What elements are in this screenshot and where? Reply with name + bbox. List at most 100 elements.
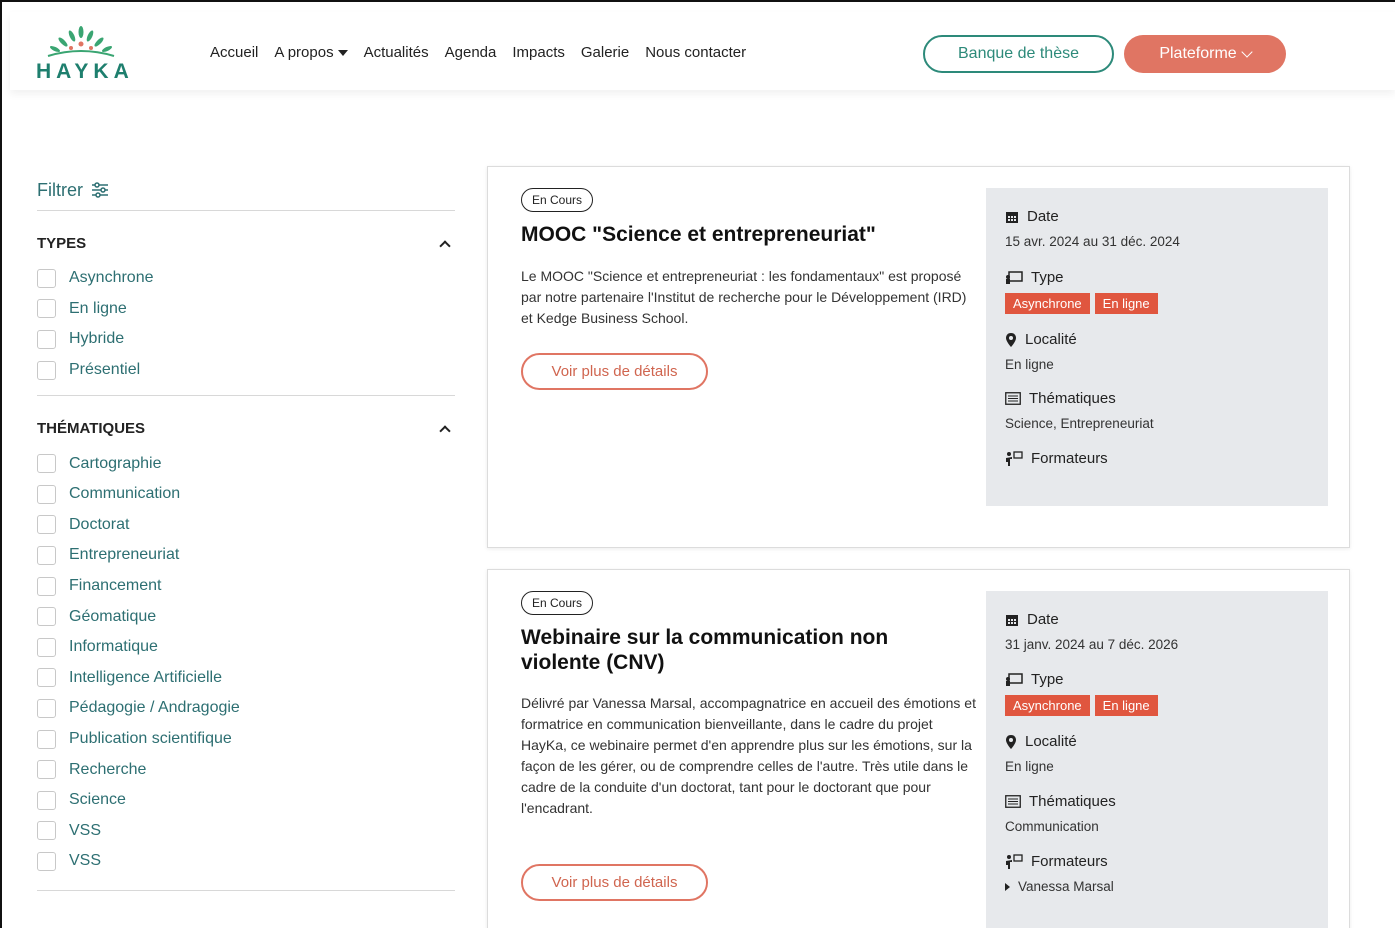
thematiques-heading: THÉMATIQUES (37, 419, 146, 437)
plateforme-button[interactable]: Plateforme (1124, 35, 1286, 73)
checkbox[interactable] (37, 484, 56, 504)
filter-header[interactable]: Filtrer (37, 170, 455, 210)
site-header: HAYKA Accueil A propos Actualités Agenda… (10, 12, 1395, 90)
formateurs-label-row: Formateurs (1005, 853, 1108, 870)
checkbox[interactable] (37, 851, 56, 871)
filter-option-intelligence-artificielle[interactable]: Intelligence Artificielle (37, 663, 455, 694)
filter-option-en-ligne[interactable]: En ligne (37, 294, 455, 325)
option-label: Publication scientifique (69, 730, 232, 748)
filter-option-asynchrone[interactable]: Asynchrone (37, 263, 455, 294)
filter-option-doctorat[interactable]: Doctorat (37, 510, 455, 541)
voir-plus-details-button[interactable]: Voir plus de détails (521, 864, 708, 901)
filter-option-geomatique[interactable]: Géomatique (37, 601, 455, 632)
option-label: VSS (69, 821, 102, 839)
formateurs-label: Formateurs (1031, 450, 1108, 467)
checkbox[interactable] (37, 607, 56, 627)
status-badge: En Cours (521, 591, 594, 615)
option-label: Communication (69, 485, 181, 503)
nav-agenda[interactable]: Agenda (445, 44, 497, 61)
option-label: Hybride (69, 330, 125, 348)
filter-sidebar: Filtrer TYPES Asynchrone En ligne Hybrid… (37, 170, 455, 891)
voir-plus-details-button[interactable]: Voir plus de détails (521, 353, 708, 390)
formation-card: En Cours Webinaire sur la communication … (487, 569, 1350, 928)
leaf-logo-icon (47, 26, 115, 57)
filter-option-presentiel[interactable]: Présentiel (37, 355, 455, 386)
filter-option-entrepreneuriat[interactable]: Entrepreneuriat (37, 540, 455, 571)
option-label: Recherche (69, 760, 147, 778)
checkbox[interactable] (37, 268, 56, 288)
filter-option-recherche[interactable]: Recherche (37, 754, 455, 785)
tag-asynchrone: Asynchrone (1005, 293, 1090, 314)
teacher-icon (1006, 854, 1023, 869)
checkbox[interactable] (37, 821, 56, 841)
option-label: Pédagogie / Andragogie (69, 699, 240, 717)
filter-option-science[interactable]: Science (37, 785, 455, 816)
nav-a-propos[interactable]: A propos (274, 44, 348, 61)
filter-option-vss-2[interactable]: VSS (37, 846, 455, 877)
localite-label-row: Localité (1005, 733, 1077, 750)
option-label: VSS (69, 852, 102, 870)
type-tags: Asynchrone En ligne (1005, 695, 1158, 716)
card-description: Le MOOC "Science et entrepreneuriat : le… (521, 268, 967, 326)
type-tags: Asynchrone En ligne (1005, 293, 1158, 314)
thematiques-label: Thématiques (1029, 793, 1116, 810)
plateforme-label: Plateforme (1159, 45, 1237, 62)
filter-option-vss[interactable]: VSS (37, 816, 455, 847)
nav-impacts[interactable]: Impacts (512, 44, 565, 61)
filter-option-informatique[interactable]: Informatique (37, 632, 455, 663)
option-label: Géomatique (69, 607, 157, 625)
thematiques-label: Thématiques (1029, 390, 1116, 407)
checkbox[interactable] (37, 576, 56, 596)
filter-option-publication-scientifique[interactable]: Publication scientifique (37, 724, 455, 755)
nav-a-propos-label: A propos (274, 44, 334, 61)
checkbox[interactable] (37, 545, 56, 565)
thematiques-label-row: Thématiques (1005, 390, 1116, 407)
checkbox[interactable] (37, 760, 56, 780)
nav-nous-contacter[interactable]: Nous contacter (645, 44, 746, 61)
option-label: Cartographie (69, 454, 162, 472)
type-label-row: Type (1005, 269, 1064, 286)
type-label-row: Type (1005, 671, 1064, 688)
checkbox[interactable] (37, 698, 56, 718)
card-description: Délivré par Vanessa Marsal, accompagnatr… (521, 695, 976, 816)
chalkboard-icon (1006, 672, 1023, 686)
option-label: En ligne (69, 299, 127, 317)
checkbox[interactable] (37, 360, 56, 380)
tag-asynchrone: Asynchrone (1005, 695, 1090, 716)
thematiques-label-row: Thématiques (1005, 793, 1116, 810)
tag-en-ligne: En ligne (1094, 695, 1158, 716)
filter-option-hybride[interactable]: Hybride (37, 324, 455, 355)
filter-option-cartographie[interactable]: Cartographie (37, 448, 455, 479)
checkbox[interactable] (37, 454, 56, 474)
nav-actualites[interactable]: Actualités (364, 44, 429, 61)
checkbox[interactable] (37, 299, 56, 319)
checkbox[interactable] (37, 790, 56, 810)
nav-accueil[interactable]: Accueil (210, 44, 258, 61)
main-nav: Accueil A propos Actualités Agenda Impac… (210, 44, 746, 61)
checkbox[interactable] (37, 668, 56, 688)
checkbox[interactable] (37, 329, 56, 349)
filter-option-communication[interactable]: Communication (37, 479, 455, 510)
localite-label-row: Localité (1005, 331, 1077, 348)
nav-galerie[interactable]: Galerie (581, 44, 629, 61)
chevron-down-icon (1241, 46, 1253, 58)
localite-value: En ligne (1005, 759, 1054, 774)
checkbox[interactable] (37, 729, 56, 749)
card-title[interactable]: Webinaire sur la communication non viole… (521, 625, 951, 675)
formateurs-label: Formateurs (1031, 853, 1108, 870)
option-label: Informatique (69, 638, 158, 656)
date-label: Date (1027, 208, 1059, 225)
checkbox[interactable] (37, 637, 56, 657)
card-title[interactable]: MOOC "Science et entrepreneuriat" (521, 222, 951, 247)
caret-down-icon (337, 50, 348, 57)
formateur-item[interactable]: Vanessa Marsal (1005, 879, 1114, 894)
formateurs-label-row: Formateurs (1005, 450, 1108, 467)
option-label: Présentiel (69, 361, 141, 379)
filter-option-financement[interactable]: Financement (37, 571, 455, 602)
banque-de-these-button[interactable]: Banque de thèse (923, 35, 1114, 73)
list-icon (1005, 392, 1021, 405)
checkbox[interactable] (37, 515, 56, 535)
tag-en-ligne: En ligne (1094, 293, 1158, 314)
filter-option-pedagogie[interactable]: Pédagogie / Andragogie (37, 693, 455, 724)
hayka-logo[interactable]: HAYKA (36, 24, 129, 83)
